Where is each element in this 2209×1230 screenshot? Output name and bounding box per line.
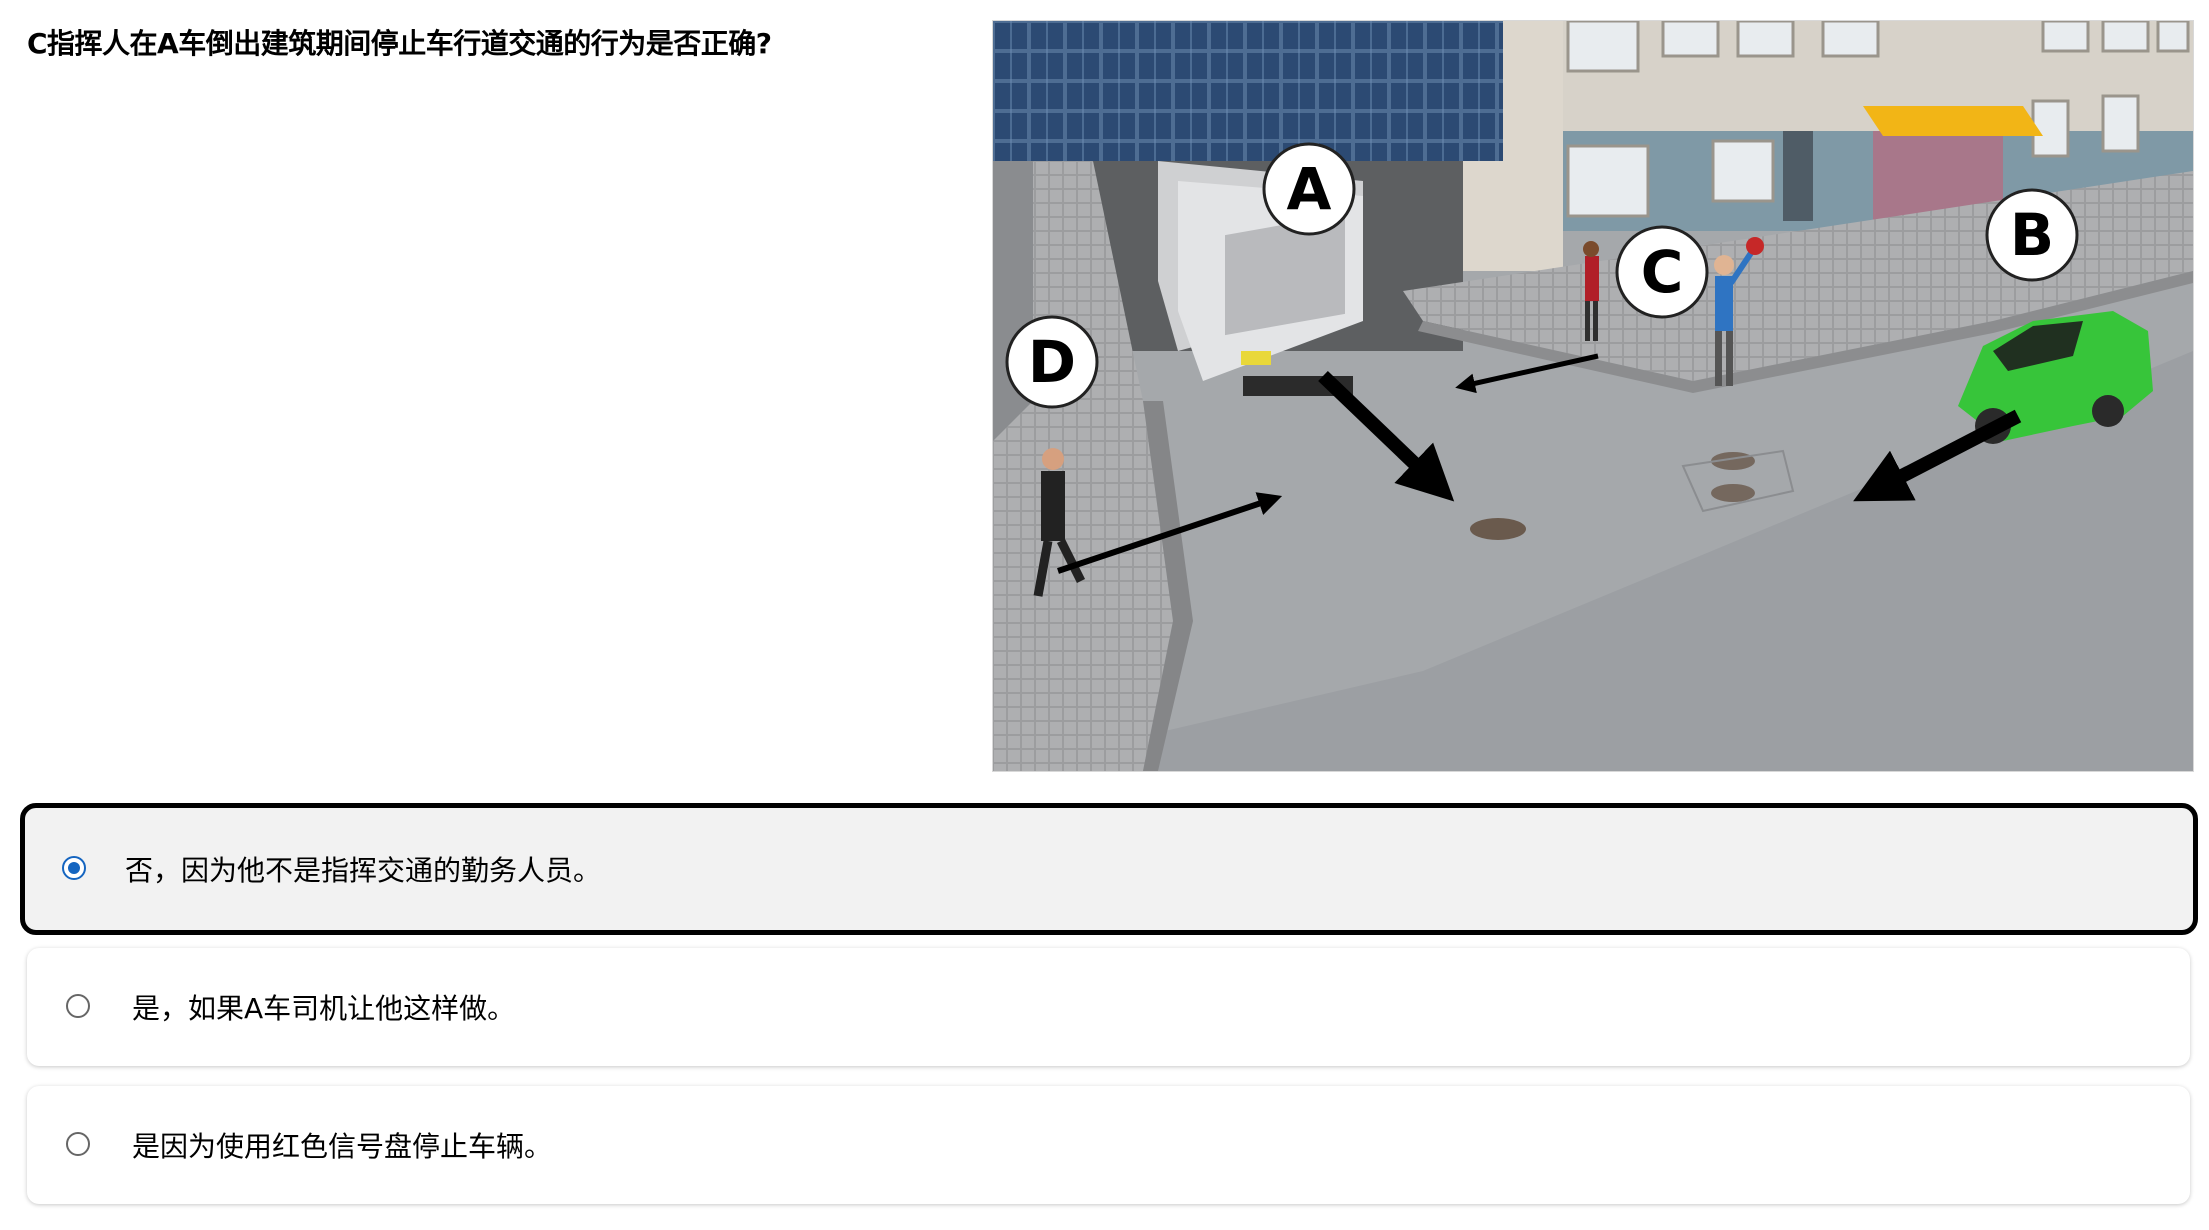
traffic-scene-illustration: A B C D: [992, 20, 2194, 772]
marker-c: C: [1615, 225, 1709, 319]
marker-a: A: [1262, 142, 1356, 236]
answer-label: 是，如果A车司机让他这样做。: [132, 992, 516, 1025]
marker-b: B: [1985, 188, 2079, 282]
answer-label: 否，因为他不是指挥交通的勤务人员。: [125, 854, 602, 887]
radio-button[interactable]: [66, 994, 90, 1018]
svg-text:A: A: [1287, 155, 1332, 223]
question-text: C指挥人在A车倒出建筑期间停止车行道交通的行为是否正确?: [27, 27, 772, 60]
marker-d: D: [1005, 315, 1099, 409]
question-page: C指挥人在A车倒出建筑期间停止车行道交通的行为是否正确? A B C D 否，因…: [0, 0, 2209, 1230]
answer-option-3[interactable]: 是因为使用红色信号盘停止车辆。: [27, 1086, 2190, 1204]
answer-option-2[interactable]: 是，如果A车司机让他这样做。: [27, 948, 2190, 1066]
svg-text:D: D: [1028, 328, 1076, 396]
answer-label: 是因为使用红色信号盘停止车辆。: [132, 1130, 553, 1163]
answer-option-1[interactable]: 否，因为他不是指挥交通的勤务人员。: [20, 803, 2198, 935]
radio-button-selected[interactable]: [62, 856, 86, 880]
svg-text:C: C: [1641, 238, 1684, 306]
svg-text:B: B: [2010, 201, 2054, 269]
radio-button[interactable]: [66, 1132, 90, 1156]
